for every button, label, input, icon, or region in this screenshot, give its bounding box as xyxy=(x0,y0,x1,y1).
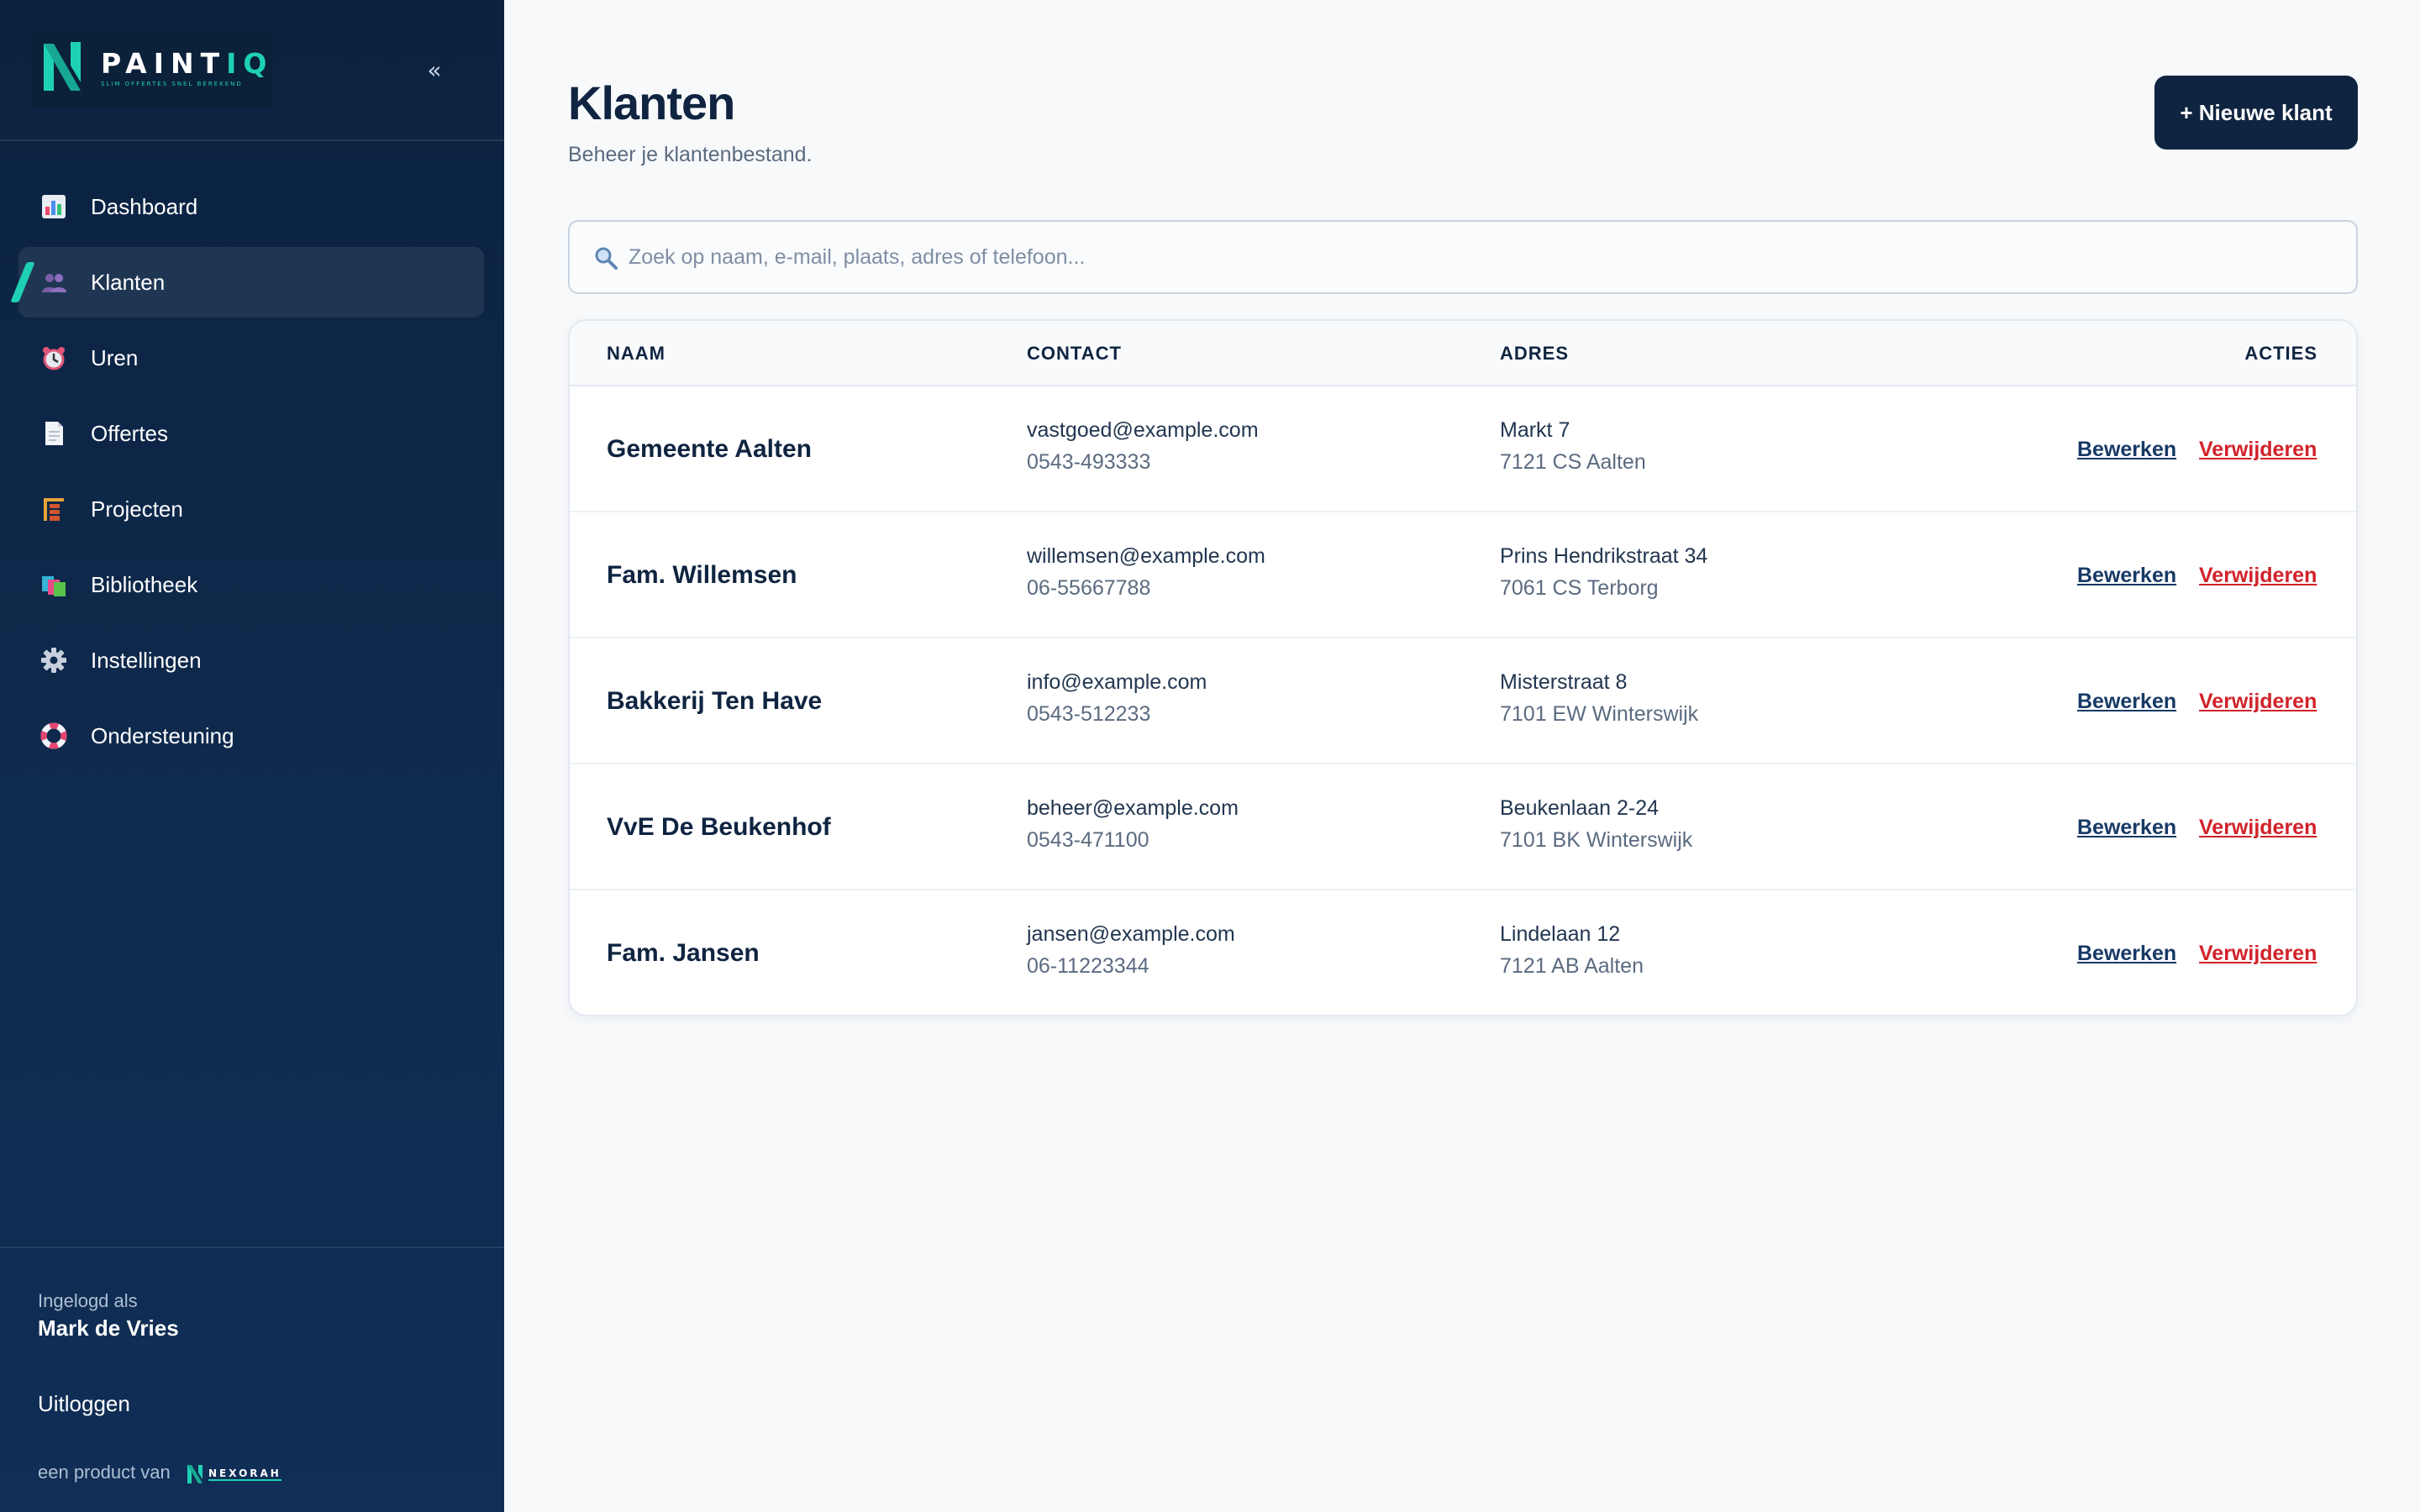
brand-area: PAINTIQ SLIM OFFERTES SNEL BEREKEND « xyxy=(0,0,504,141)
client-name: VvE De Beukenhof xyxy=(607,813,831,841)
sidebar-item-label: Projecten xyxy=(91,496,183,522)
delete-button[interactable]: Verwijderen xyxy=(2199,890,2317,1015)
building-construction-icon xyxy=(44,498,64,521)
nexorah-n-mark-icon xyxy=(187,1465,203,1483)
edit-button[interactable]: Bewerken xyxy=(2077,890,2176,1015)
client-street: Markt 7 xyxy=(1500,418,1570,442)
new-client-button[interactable]: + Nieuwe klant xyxy=(2154,76,2358,150)
sidebar-item-label: Dashboard xyxy=(91,194,198,219)
sidebar-item-klanten[interactable]: Klanten xyxy=(10,247,484,318)
bar-chart-icon xyxy=(42,195,66,218)
client-email: info@example.com xyxy=(1027,670,1207,694)
table-row: VvE De Beukenhof beheer@example.com 0543… xyxy=(570,764,2356,890)
sidebar-item-label: Instellingen xyxy=(91,648,202,673)
table-row: Gemeente Aalten vastgoed@example.com 054… xyxy=(570,386,2356,512)
search-bar xyxy=(568,220,2358,294)
page-title: Klanten xyxy=(568,76,735,129)
document-icon xyxy=(45,422,63,445)
edit-button[interactable]: Bewerken xyxy=(2077,638,2176,764)
sidebar-item-uren[interactable]: Uren xyxy=(18,323,484,393)
logo-n-mark-icon xyxy=(44,42,81,91)
client-city: 7121 CS Aalten xyxy=(1500,450,1646,474)
logo-tagline: SLIM OFFERTES SNEL BEREKEND xyxy=(101,81,243,87)
client-email: jansen@example.com xyxy=(1027,922,1235,946)
column-header-adres: ADRES xyxy=(1500,343,1570,364)
client-city: 7061 CS Terborg xyxy=(1500,576,1659,600)
books-icon xyxy=(42,576,66,596)
column-header-naam: NAAM xyxy=(607,343,666,364)
client-city: 7121 AB Aalten xyxy=(1500,954,1644,978)
column-header-contact: CONTACT xyxy=(1027,343,1122,364)
table-row: Bakkerij Ten Have info@example.com 0543-… xyxy=(570,638,2356,764)
search-icon xyxy=(595,247,618,270)
client-name: Gemeente Aalten xyxy=(607,435,812,463)
product-by-label: een product van xyxy=(38,1462,171,1483)
user-name: Mark de Vries xyxy=(38,1315,179,1341)
sidebar-item-label: Ondersteuning xyxy=(91,723,234,748)
sidebar-item-dashboard[interactable]: Dashboard xyxy=(18,171,484,242)
sidebar-item-projecten[interactable]: Projecten xyxy=(18,474,484,544)
sidebar-item-label: Offertes xyxy=(91,421,169,446)
client-street: Lindelaan 12 xyxy=(1500,922,1621,946)
edit-button[interactable]: Bewerken xyxy=(2077,764,2176,890)
column-header-acties: ACTIES xyxy=(2244,343,2317,364)
table-header: NAAM CONTACT ADRES ACTIES xyxy=(570,321,2356,386)
clients-table: NAAM CONTACT ADRES ACTIES Gemeente Aalte… xyxy=(568,319,2358,1016)
sidebar-item-label: Bibliotheek xyxy=(91,572,198,597)
collapse-sidebar-button[interactable]: « xyxy=(418,54,450,87)
client-name: Bakkerij Ten Have xyxy=(607,687,823,715)
sidebar-item-instellingen[interactable]: Instellingen xyxy=(18,625,484,696)
delete-button[interactable]: Verwijderen xyxy=(2199,512,2317,638)
client-name: Fam. Willemsen xyxy=(607,561,797,589)
table-row: Fam. Jansen jansen@example.com 06-112233… xyxy=(570,890,2356,1015)
client-phone: 06-11223344 xyxy=(1027,954,1150,978)
client-city: 7101 EW Winterswijk xyxy=(1500,702,1699,726)
client-email: willemsen@example.com xyxy=(1027,544,1265,568)
sidebar-footer: Ingelogd als Mark de Vries Uitloggen een… xyxy=(0,1247,504,1512)
active-indicator xyxy=(10,262,35,302)
client-phone: 0543-471100 xyxy=(1027,828,1150,852)
table-row: Fam. Willemsen willemsen@example.com 06-… xyxy=(570,512,2356,638)
client-phone: 0543-512233 xyxy=(1027,702,1151,726)
sidebar-item-label: Klanten xyxy=(91,270,166,295)
delete-button[interactable]: Verwijderen xyxy=(2199,386,2317,512)
gear-icon xyxy=(41,648,66,673)
client-street: Misterstraat 8 xyxy=(1500,670,1628,694)
client-email: beheer@example.com xyxy=(1027,796,1239,820)
nexorah-wordmark: NEXORAH xyxy=(208,1467,281,1481)
client-email: vastgoed@example.com xyxy=(1027,418,1259,442)
search-input[interactable] xyxy=(629,222,2343,292)
nexorah-logo[interactable]: NEXORAH xyxy=(187,1463,281,1485)
page-subtitle: Beheer je klantenbestand. xyxy=(568,143,813,166)
edit-button[interactable]: Bewerken xyxy=(2077,386,2176,512)
sidebar-item-bibliotheek[interactable]: Bibliotheek xyxy=(18,549,484,620)
lifebuoy-icon xyxy=(40,722,67,749)
client-phone: 06-55667788 xyxy=(1027,576,1151,600)
client-phone: 0543-493333 xyxy=(1027,450,1151,474)
sidebar: PAINTIQ SLIM OFFERTES SNEL BEREKEND « Da… xyxy=(0,0,504,1512)
logo-wordmark: PAINTIQ xyxy=(101,47,274,80)
users-icon xyxy=(42,274,66,292)
logout-button[interactable]: Uitloggen xyxy=(38,1391,130,1417)
delete-button[interactable]: Verwijderen xyxy=(2199,638,2317,764)
client-city: 7101 BK Winterswijk xyxy=(1500,828,1693,852)
alarm-clock-icon xyxy=(43,347,65,370)
delete-button[interactable]: Verwijderen xyxy=(2199,764,2317,890)
sidebar-item-offertes[interactable]: Offertes xyxy=(18,398,484,469)
client-name: Fam. Jansen xyxy=(607,939,760,967)
client-street: Beukenlaan 2-24 xyxy=(1500,796,1660,820)
sidebar-item-label: Uren xyxy=(91,345,139,370)
logged-in-label: Ingelogd als xyxy=(38,1290,138,1311)
paintiq-logo[interactable]: PAINTIQ SLIM OFFERTES SNEL BEREKEND xyxy=(32,30,272,108)
edit-button[interactable]: Bewerken xyxy=(2077,512,2176,638)
sidebar-item-ondersteuning[interactable]: Ondersteuning xyxy=(18,701,484,771)
client-street: Prins Hendrikstraat 34 xyxy=(1500,544,1708,568)
